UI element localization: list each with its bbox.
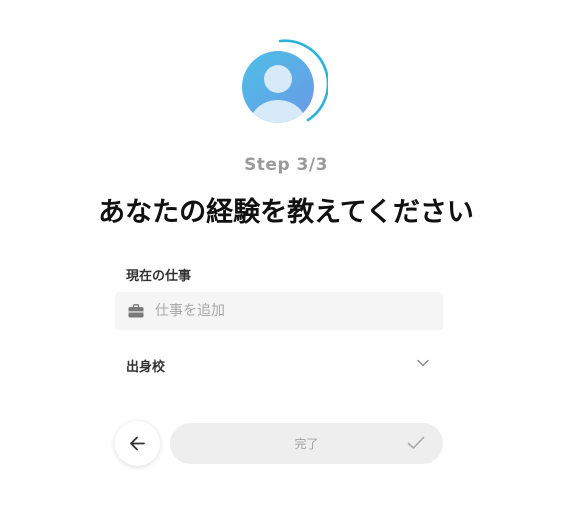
job-input-container[interactable] <box>115 292 443 330</box>
finish-button[interactable]: 完了 <box>170 423 443 464</box>
chevron-down-icon <box>417 359 429 367</box>
page-title: あなたの経験を教えてください <box>98 197 474 228</box>
finish-button-label: 完了 <box>294 437 319 451</box>
back-button[interactable] <box>115 421 160 466</box>
arrow-left-icon <box>130 436 145 451</box>
step-indicator: Step 3/3 <box>244 155 328 175</box>
check-icon <box>407 436 425 449</box>
job-field-label: 現在の仕事 <box>126 269 192 284</box>
avatar-progress-icon <box>242 39 328 123</box>
onboarding-page: Step 3/3 あなたの経験を教えてください 現在の仕事 出身校 完了 <box>0 0 572 524</box>
avatar <box>234 38 328 132</box>
briefcase-icon <box>128 304 144 318</box>
job-input[interactable] <box>155 292 435 330</box>
school-field-label: 出身校 <box>126 360 166 375</box>
school-select[interactable]: 出身校 <box>115 348 443 380</box>
